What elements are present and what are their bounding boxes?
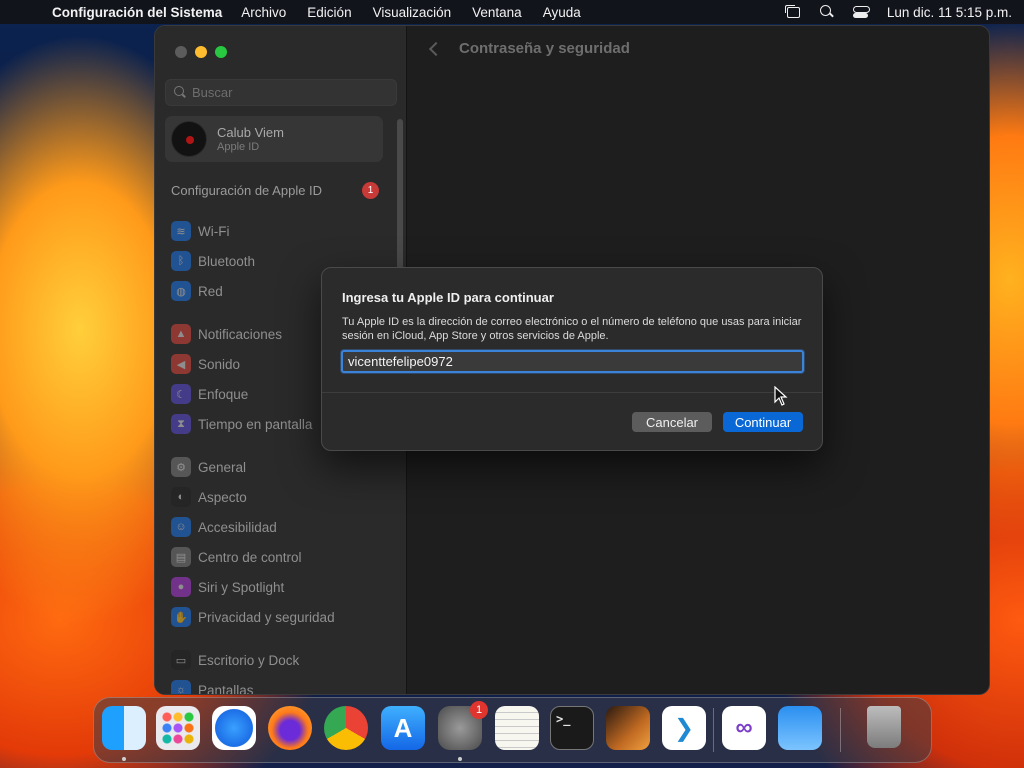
bell-icon: ▲ xyxy=(171,324,191,344)
spotlight-icon[interactable] xyxy=(819,5,835,19)
moon-icon: ☾ xyxy=(171,384,191,404)
sidebar-item-label: Siri y Spotlight xyxy=(198,579,285,595)
sidebar-group-desktop: ▭ Escritorio y Dock ☼ Pantallas xyxy=(171,645,391,695)
search-icon xyxy=(174,86,186,98)
dock-notification-badge: 1 xyxy=(470,701,488,719)
appearance-icon: ◐ xyxy=(171,487,191,507)
textedit-icon[interactable] xyxy=(495,706,539,750)
menu-archivo[interactable]: Archivo xyxy=(241,5,286,20)
trash-icon[interactable] xyxy=(867,706,901,748)
search-field[interactable]: Buscar xyxy=(165,79,397,106)
page-title: Contraseña y seguridad xyxy=(459,40,630,57)
dock-separator xyxy=(713,708,714,752)
mouse-cursor-icon xyxy=(774,386,788,406)
sidebar-scrollbar[interactable] xyxy=(397,119,403,269)
apple-id-account[interactable]: Calub Viem Apple ID xyxy=(165,116,383,162)
continue-button[interactable]: Continuar xyxy=(723,412,803,432)
zoom-button[interactable] xyxy=(215,46,227,58)
dialog-divider xyxy=(322,392,822,393)
sidebar-item-label: Bluetooth xyxy=(198,253,256,269)
app-store-icon[interactable]: A xyxy=(381,706,425,750)
finder-icon[interactable] xyxy=(102,706,146,750)
sidebar-item-label: Tiempo en pantalla xyxy=(198,416,313,432)
sidebar-item-label: General xyxy=(198,459,247,475)
hourglass-icon: ⧗ xyxy=(171,414,191,434)
sidebar-item-label: Privacidad y seguridad xyxy=(198,609,335,625)
sidebar-item-label: Accesibilidad xyxy=(198,519,277,535)
menu-edicion[interactable]: Edición xyxy=(307,5,351,20)
sidebar-item-siri-y-spotlight[interactable]: ● Siri y Spotlight xyxy=(171,572,391,602)
menu-clock[interactable]: Lun dic. 11 5:15 p.m. xyxy=(887,5,1012,20)
menu-ventana[interactable]: Ventana xyxy=(472,5,522,20)
notification-badge: 1 xyxy=(362,182,379,199)
safari-icon[interactable] xyxy=(212,706,256,750)
app-menu[interactable]: Configuración del Sistema xyxy=(52,5,222,20)
firefox-icon[interactable] xyxy=(268,706,312,750)
bluetooth-icon: ᛒ xyxy=(171,251,191,271)
vscode-icon[interactable]: ❯ xyxy=(662,706,706,750)
minimize-button[interactable] xyxy=(195,46,207,58)
window-controls xyxy=(175,46,227,58)
launchpad-icon[interactable] xyxy=(156,706,200,750)
back-chevron-icon[interactable] xyxy=(428,41,444,56)
search-placeholder: Buscar xyxy=(192,85,233,100)
weather-icon[interactable] xyxy=(778,706,822,750)
sidebar-item-centro-de-control[interactable]: ▤ Centro de control xyxy=(171,542,391,572)
apple-id-setup-label: Configuración de Apple ID xyxy=(171,183,323,198)
gear-icon: ⚙ xyxy=(171,457,191,477)
sidebar-item-general[interactable]: ⚙ General xyxy=(171,452,391,482)
sidebar-item-label: Escritorio y Dock xyxy=(198,652,300,668)
hand-icon: ✋ xyxy=(171,607,191,627)
sidebar-item-label: Aspecto xyxy=(198,489,247,505)
menu-bar: Configuración del Sistema Archivo Edició… xyxy=(0,0,1024,24)
sidebar-item-accesibilidad[interactable]: ☺ Accesibilidad xyxy=(171,512,391,542)
siri-icon: ● xyxy=(171,577,191,597)
menu-ayuda[interactable]: Ayuda xyxy=(543,5,581,20)
terminal-icon[interactable]: >_ xyxy=(550,706,594,750)
sidebar-item-label: Notificaciones xyxy=(198,326,283,342)
running-indicator xyxy=(122,757,126,761)
control-center-icon[interactable] xyxy=(852,5,870,19)
dock: A 1 >_ ❯ ∞ xyxy=(93,697,932,763)
speaker-icon: ◀ xyxy=(171,354,191,374)
control-center-icon: ▤ xyxy=(171,547,191,567)
apple-id-setup-row[interactable]: Configuración de Apple ID 1 xyxy=(171,182,379,199)
stage-manager-icon[interactable] xyxy=(784,5,801,19)
display-icon: ☼ xyxy=(171,680,191,694)
sidebar-item-label: Centro de control xyxy=(198,549,302,565)
sidebar-item-label: Enfoque xyxy=(198,386,249,402)
sidebar-item-escritorio-y-dock[interactable]: ▭ Escritorio y Dock xyxy=(171,645,391,675)
dialog-title: Ingresa tu Apple ID para continuar xyxy=(342,290,554,305)
sidebar-item-label: Wi-Fi xyxy=(198,223,230,239)
sidebar-item-label: Pantallas xyxy=(198,682,254,695)
close-button[interactable] xyxy=(175,46,187,58)
apple-id-input[interactable] xyxy=(341,350,804,373)
sidebar-item-wi-fi[interactable]: ≋ Wi-Fi xyxy=(171,216,391,246)
sidebar-item-privacidad-y-seguridad[interactable]: ✋ Privacidad y seguridad xyxy=(171,602,391,632)
accessibility-icon: ☺ xyxy=(171,517,191,537)
menu-visualizacion[interactable]: Visualización xyxy=(373,5,452,20)
wifi-icon: ≋ xyxy=(171,221,191,241)
sidebar-item-pantallas[interactable]: ☼ Pantallas xyxy=(171,675,391,695)
account-subtitle: Apple ID xyxy=(217,141,260,153)
sidebar-item-aspecto[interactable]: ◐ Aspecto xyxy=(171,482,391,512)
running-indicator xyxy=(458,757,462,761)
dock-separator xyxy=(840,708,841,752)
dock-icon: ▭ xyxy=(171,650,191,670)
avatar xyxy=(171,121,207,157)
sidebar-item-label: Red xyxy=(198,283,223,299)
globe-icon: ◍ xyxy=(171,281,191,301)
sidebar-item-label: Sonido xyxy=(198,356,241,372)
cancel-button[interactable]: Cancelar xyxy=(632,412,712,432)
apple-id-dialog: Ingresa tu Apple ID para continuar Tu Ap… xyxy=(321,267,823,451)
guitar-icon[interactable] xyxy=(606,706,650,750)
sidebar-group-general: ⚙ General ◐ Aspecto ☺ Accesibilidad ▤ Centro de… xyxy=(171,452,391,632)
content-header: Contraseña y seguridad xyxy=(428,40,630,57)
visual-studio-icon[interactable]: ∞ xyxy=(722,706,766,750)
account-name: Calub Viem xyxy=(217,125,284,140)
dialog-description: Tu Apple ID es la dirección de correo el… xyxy=(342,316,802,342)
chrome-icon[interactable] xyxy=(324,706,368,750)
